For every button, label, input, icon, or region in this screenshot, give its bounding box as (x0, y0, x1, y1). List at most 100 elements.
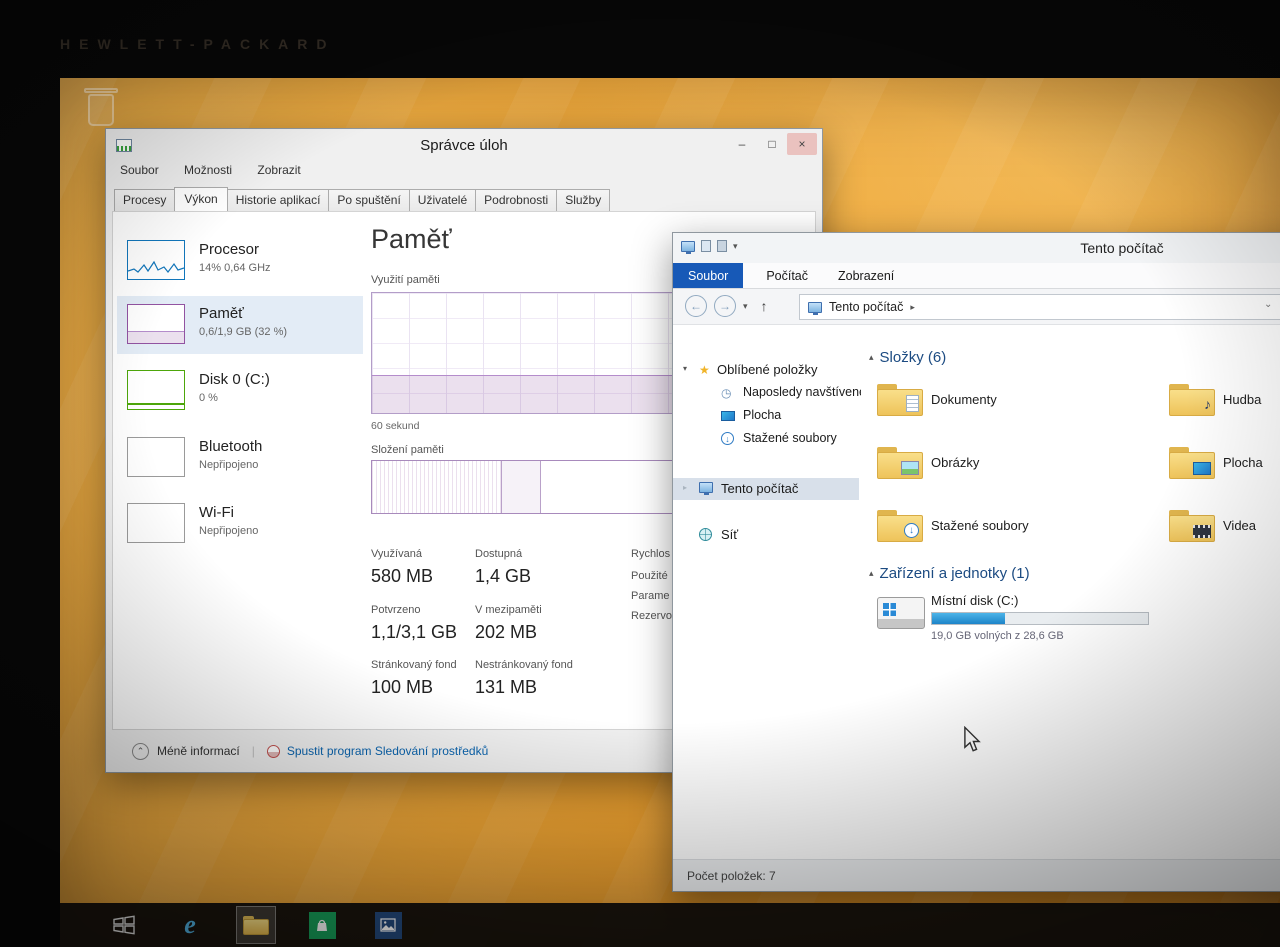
stat-label-in-use: Využívaná (371, 548, 422, 560)
ribbon-tab-pocitac[interactable]: Počítač (751, 263, 823, 288)
folder-item-plocha[interactable]: Plocha (1169, 444, 1280, 484)
recent-places-icon: ◷ (721, 386, 731, 400)
tab-vykon[interactable]: Výkon (174, 187, 227, 211)
tab-uzivatele[interactable]: Uživatelé (409, 189, 476, 211)
mouse-cursor (963, 726, 981, 758)
side-label-form: Parame (631, 590, 670, 602)
breadcrumb-chevron-icon[interactable]: ▸ (910, 302, 915, 313)
store-button[interactable] (302, 906, 342, 944)
drive-bar-fill (932, 613, 1005, 624)
file-explorer-button[interactable] (236, 906, 276, 944)
ribbon-tabs: Soubor Počítač Zobrazení (673, 263, 1280, 289)
desktop-label: Plocha (743, 408, 781, 422)
this-pc-label: Tento počítač (721, 481, 798, 496)
menu-soubor[interactable]: Soubor (120, 163, 159, 177)
folder-item-dokumenty[interactable]: Dokumenty (877, 381, 1163, 421)
forward-button[interactable]: → (714, 295, 736, 317)
group-header-devices[interactable]: ▴Zařízení a jednotky (1) (869, 565, 1030, 582)
folder-item-hudba[interactable]: ♪ Hudba (1169, 381, 1280, 421)
folder-name: Hudba (1223, 392, 1261, 407)
tab-podrobnosti[interactable]: Podrobnosti (475, 189, 557, 211)
side-label-slots: Použité (631, 570, 668, 582)
bezel-brand: HEWLETT-PACKARD (60, 36, 336, 52)
side-label-reserved: Rezervo (631, 610, 672, 622)
tab-sluzby[interactable]: Služby (556, 189, 610, 211)
minimize-button[interactable]: – (727, 133, 757, 155)
task-manager-menubar: Soubor Možnosti Zobrazit (106, 163, 822, 185)
folder-name: Plocha (1223, 455, 1263, 470)
nav-network[interactable]: Síť (673, 524, 859, 546)
footer-divider: | (252, 744, 255, 758)
folder-content-pane: ▴Složky (6) Dokumenty ♪ Hudba Obrázky Pl… (861, 325, 1280, 859)
folder-icon (877, 381, 923, 416)
memory-detail: 0,6/1,9 GB (32 %) (199, 326, 287, 338)
stat-value-in-use: 580 MB (371, 566, 433, 587)
open-resource-monitor-link[interactable]: Spustit program Sledování prostředků (287, 744, 488, 758)
nav-desktop[interactable]: Plocha (673, 405, 859, 427)
stat-value-committed: 1,1/3,1 GB (371, 622, 457, 643)
folder-item-videa[interactable]: Videa (1169, 507, 1280, 547)
stat-label-paged-pool: Stránkovaný fond (371, 659, 457, 671)
perf-item-bluetooth[interactable]: Bluetooth Nepřipojeno (117, 429, 363, 487)
group-collapse-icon[interactable]: ▴ (869, 352, 874, 362)
address-toolbar: ← → ▾ ↑ Tento počítač ▸ ⌄ (673, 289, 1280, 325)
stat-label-available: Dostupná (475, 548, 522, 560)
cpu-thumbnail-chart (127, 240, 185, 280)
address-computer-icon (808, 302, 822, 313)
cpu-detail: 14% 0,64 GHz (199, 262, 271, 274)
perf-item-memory[interactable]: Paměť 0,6/1,9 GB (32 %) (117, 296, 363, 354)
menu-zobrazit[interactable]: Zobrazit (257, 163, 300, 177)
task-manager-titlebar[interactable]: Správce úloh – □ × (106, 129, 822, 163)
collapsed-triangle-icon[interactable]: ▸ (683, 483, 687, 492)
expanded-triangle-icon[interactable]: ▾ (683, 364, 687, 373)
stat-value-cached: 202 MB (475, 622, 537, 643)
disk-thumb-line (128, 403, 184, 405)
up-button[interactable]: ↑ (761, 298, 768, 314)
desktop: Správce úloh – □ × Soubor Možnosti Zobra… (60, 78, 1280, 947)
stat-label-committed: Potvrzeno (371, 604, 421, 616)
navigation-pane: ▾ ★ Oblíbené položky ◷ Naposledy navštív… (673, 325, 861, 859)
photos-button[interactable] (368, 906, 408, 944)
perf-item-cpu[interactable]: Procesor 14% 0,64 GHz (117, 232, 363, 290)
start-button[interactable] (104, 906, 144, 944)
less-info-button[interactable]: Méně informací (157, 744, 240, 758)
perf-item-wifi[interactable]: Wi-Fi Nepřipojeno (117, 495, 363, 553)
memory-thumb-fill (128, 331, 184, 343)
group-header-folders[interactable]: ▴Složky (6) (869, 349, 946, 366)
taskbar: e (60, 903, 1280, 947)
back-button[interactable]: ← (685, 295, 707, 317)
memory-inuse-segment (372, 461, 502, 513)
photos-icon (375, 912, 402, 939)
nav-favorites[interactable]: ▾ ★ Oblíbené položky (673, 359, 859, 381)
task-manager-tabs: Procesy Výkon Historie aplikací Po spušt… (106, 185, 822, 211)
resource-monitor-icon (267, 745, 280, 758)
ribbon-tab-zobrazeni[interactable]: Zobrazení (823, 263, 909, 288)
drive-icon (877, 597, 925, 629)
nav-recent-places[interactable]: ◷ Naposledy navštívené (673, 382, 859, 404)
recycle-bin-icon[interactable] (84, 84, 118, 128)
tab-po-spusteni[interactable]: Po spuštění (328, 189, 409, 211)
nav-this-pc[interactable]: ▸ Tento počítač (673, 478, 859, 500)
address-dropdown-icon[interactable]: ⌄ (1264, 299, 1272, 310)
wifi-thumbnail-chart (127, 503, 185, 543)
downloads-icon: ↓ (721, 432, 734, 445)
ribbon-tab-soubor[interactable]: Soubor (673, 263, 743, 288)
folder-item-stazene-soubory[interactable]: ↓ Stažené soubory (877, 507, 1163, 547)
favorites-label: Oblíbené položky (717, 362, 817, 377)
menu-moznosti[interactable]: Možnosti (184, 163, 232, 177)
address-bar[interactable]: Tento počítač ▸ ⌄ (799, 294, 1280, 320)
tab-historie-aplikaci[interactable]: Historie aplikací (227, 189, 330, 211)
item-count: Počet položek: 7 (687, 869, 776, 883)
maximize-button[interactable]: □ (757, 133, 787, 155)
history-dropdown-icon[interactable]: ▾ (743, 301, 748, 312)
internet-explorer-button[interactable]: e (170, 906, 210, 944)
tab-procesy[interactable]: Procesy (114, 189, 175, 211)
close-button[interactable]: × (787, 133, 817, 155)
explorer-titlebar[interactable]: ▾ Tento počítač (673, 233, 1280, 263)
folder-item-obrazky[interactable]: Obrázky (877, 444, 1163, 484)
memory-chart-caption: 60 sekund (371, 420, 419, 432)
group-collapse-icon[interactable]: ▴ (869, 568, 874, 578)
nav-downloads[interactable]: ↓ Stažené soubory (673, 428, 859, 450)
perf-item-disk[interactable]: Disk 0 (C:) 0 % (117, 362, 363, 420)
this-pc-icon (699, 482, 713, 493)
